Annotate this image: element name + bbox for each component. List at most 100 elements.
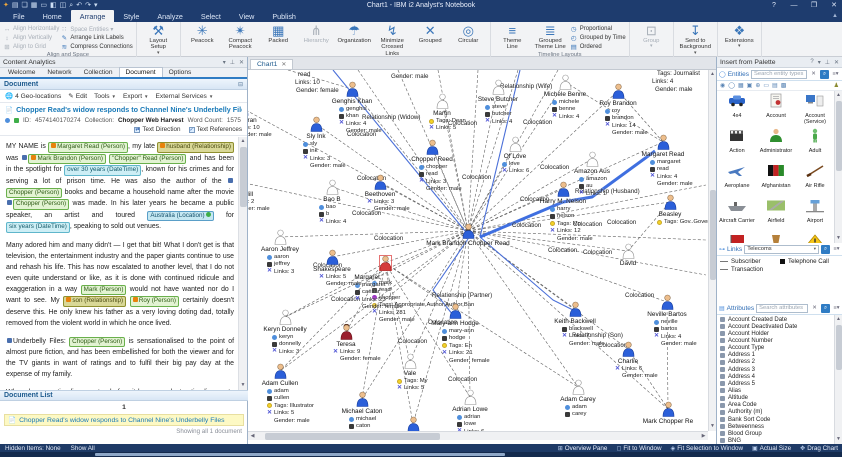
chart-node-adamcarey[interactable]: Adam Careyadamcarey	[572, 379, 585, 400]
ribbon-tab-select[interactable]: Select	[192, 10, 230, 22]
ribbon-tab-arrange[interactable]: Arrange	[71, 10, 115, 22]
close-panel-icon[interactable]: ✕	[834, 59, 839, 66]
close-panel-icon[interactable]: ✕	[239, 59, 244, 66]
chart-node-markbran[interactable]: Mark Bran✕Links: 10Gender: male	[248, 100, 249, 121]
entity-chip-person[interactable]: Chopper (Person)	[69, 337, 125, 348]
chart-horizontal-scrollbar[interactable]: ◀ ▶	[248, 431, 708, 440]
close-button[interactable]: ✕	[828, 0, 840, 11]
chart-tab[interactable]: Chart1 ✕	[250, 59, 293, 69]
pattern-icon[interactable]: ▩	[781, 82, 787, 89]
attribute-item-altitude[interactable]: Altitude	[720, 395, 835, 402]
chart-node-charlie[interactable]: Charlie✕Links: 6Gender: male	[622, 341, 635, 362]
chart-node-teresa[interactable]: Teresa✕Links: 9Gender: female	[340, 324, 353, 345]
entity-item-4x4[interactable]: 4x4	[718, 93, 756, 119]
attribute-search-input[interactable]	[756, 304, 808, 313]
tab-welcome[interactable]: Welcome	[2, 68, 41, 77]
entity-search-input[interactable]	[751, 70, 807, 79]
chart-node-margaretread[interactable]: Margaret Readmargaretread✕Links: 4Gender…	[657, 134, 670, 155]
clear-search-icon[interactable]: ✕	[809, 70, 818, 79]
scroll-down-icon[interactable]: ▼	[239, 381, 247, 390]
ribbon-button-circular[interactable]: ◎Circular	[450, 23, 487, 44]
entity-chip-person[interactable]: Mark Brandon (Person)	[28, 154, 105, 165]
entity-item-action[interactable]: Action	[718, 128, 756, 154]
status-overview-pane[interactable]: ⊞Overview Pane	[558, 445, 608, 452]
menu-icon[interactable]: ≡▾	[831, 70, 840, 79]
chart-node-michaelcaton[interactable]: Michael Catonmichaelcaton	[356, 391, 369, 412]
scroll-thumb[interactable]	[265, 433, 440, 440]
entity-item-afghanistan[interactable]: Afghanistan	[757, 163, 795, 189]
attribute-item-address-4[interactable]: Address 4	[720, 373, 835, 380]
attribute-item-account-deactivated-date[interactable]: Account Deactivated Date	[720, 323, 835, 330]
entity-item-aeroplane[interactable]: Aeroplane	[718, 163, 756, 189]
frame-icon[interactable]: ◫	[60, 1, 67, 10]
entity-chip-rel[interactable]: husband (Relationship)	[157, 142, 234, 153]
pin-icon[interactable]: ⊥	[825, 59, 830, 66]
chart-node-david[interactable]: David	[622, 243, 635, 264]
chart-icon[interactable]: ◧	[50, 1, 57, 10]
ribbon-button-arrange-link-labels[interactable]: ✎Arrange Link Labels	[60, 34, 132, 42]
rows-icon[interactable]: ▤	[772, 82, 778, 89]
chart-node-aaron[interactable]: Aaron Jeffreyaaronjeffrey✕Links: 3	[274, 229, 287, 250]
document-scrollbar[interactable]: ▲ ▼	[238, 137, 247, 390]
chart-node-sly[interactable]: Sly Inkslyink✕Links: 3Gender: male	[310, 116, 323, 137]
ribbon-button-peacock[interactable]: ✳Peacock	[184, 23, 221, 44]
bulb-icon[interactable]: ◉	[720, 82, 725, 89]
ribbon-tab-publish[interactable]: Publish	[263, 10, 305, 22]
chart-node-adamcullen[interactable]: Adam CullenadamcullenTags: Illustrator✕L…	[274, 363, 287, 384]
entity-chip-person[interactable]: "Chopper" Read (Person)	[109, 154, 186, 165]
attribute-item-account-type[interactable]: Account Type	[720, 345, 835, 352]
ribbon-button-ordered[interactable]: ▤Ordered	[570, 43, 626, 51]
attribute-item-authority-m-[interactable]: Authority (m)	[720, 409, 835, 416]
ribbon-button-organization[interactable]: ☂Organization	[336, 23, 373, 44]
chart-node-roy[interactable]: Roy Brandonroybrandon✕Links: 14Gender: m…	[612, 83, 625, 104]
entity-chip-date[interactable]: over 30 years (DateTime)	[64, 165, 141, 176]
attribute-item-account-created-date[interactable]: Account Created Date	[720, 316, 835, 323]
attribute-item-bng[interactable]: BNG	[720, 437, 835, 444]
chart-node-genghis[interactable]: Genghis Khangenghiskhan✕Links: 4Gender: …	[346, 81, 359, 102]
toolbar-4-geo-locations[interactable]: 🌐4 Geo-locations	[5, 92, 61, 100]
ribbon-button-grouped[interactable]: ✕Grouped	[412, 23, 449, 44]
entity-item-account[interactable]: Account	[757, 93, 795, 119]
entity-item-airfield[interactable]: Airfield	[757, 198, 795, 224]
chart-node-oflove[interactable]: Of Lovelove✕Links: 6	[509, 136, 522, 157]
link-item-subscriber[interactable]: Subscriber	[720, 258, 780, 265]
help-button[interactable]: ?	[768, 0, 780, 11]
toolbar-external-services[interactable]: External Services▼	[156, 93, 214, 100]
entity-chip-person[interactable]: Roy (Person)	[130, 296, 179, 307]
status-drag-chart[interactable]: ✥Drag Chart	[800, 445, 838, 452]
box-icon[interactable]: ▣	[747, 82, 753, 89]
document-list-item[interactable]: 📄 Chopper Read's widow responds to Chann…	[4, 414, 244, 426]
person-icon[interactable]: ♟	[834, 82, 839, 89]
ribbon-tab-file[interactable]: File	[4, 10, 34, 22]
ribbon-tab-view[interactable]: View	[230, 10, 263, 22]
chart-node-shakespeare[interactable]: Shakespeare✕Links: 5Gender: male	[326, 249, 339, 270]
app-icon[interactable]: ✦	[3, 1, 9, 10]
new-page-icon[interactable]: ▤	[12, 1, 19, 10]
ribbon-tab-style[interactable]: Style	[114, 10, 148, 22]
redo-icon[interactable]: ↷	[85, 1, 91, 10]
ribbon-button-extensions[interactable]: ❖Extensions▾	[721, 23, 758, 48]
attribute-item-blood-group[interactable]: Blood Group	[720, 430, 835, 437]
option-text-direction[interactable]: ⇄Text Direction	[134, 126, 180, 133]
tab-network[interactable]: Network	[41, 68, 77, 77]
attribute-item-account-holder[interactable]: Account Holder	[720, 330, 835, 337]
entity-item[interactable]	[757, 233, 795, 243]
scroll-right-icon[interactable]: ▶	[699, 433, 708, 439]
search-icon[interactable]: ⌕	[69, 1, 73, 10]
ribbon-button-grouped-theme-line[interactable]: ≣Grouped Theme Line	[532, 23, 569, 51]
open-icon[interactable]: ▭	[40, 1, 47, 10]
ribbon-button-send-to-background[interactable]: ↧Send to Background▾	[677, 23, 714, 55]
status-actual-size[interactable]: ▣Actual Size	[752, 445, 791, 452]
collapse-ribbon-icon[interactable]: ▲	[832, 13, 838, 19]
chart-node-keryn[interactable]: Keryn Donnellykeryndonnelly✕Links: 3	[279, 309, 292, 330]
entity-chip-person[interactable]: Chopper (Person)	[6, 188, 62, 199]
panel-menu-icon[interactable]: ▾	[223, 59, 226, 66]
chart-node-michele[interactable]: Michele Bennemichelebenne✕Links: 4	[559, 74, 572, 95]
grid-icon[interactable]: ▦	[738, 82, 744, 89]
panel-menu-icon[interactable]: ▾	[818, 59, 821, 66]
text-direction-icon[interactable]: ⇄	[134, 127, 140, 133]
search-icon[interactable]: ⌕	[820, 70, 829, 79]
menu-icon[interactable]: ≡▾	[832, 245, 841, 254]
scroll-down-icon[interactable]: ▼	[835, 435, 842, 444]
menu-icon[interactable]: ≡▾	[832, 304, 841, 313]
